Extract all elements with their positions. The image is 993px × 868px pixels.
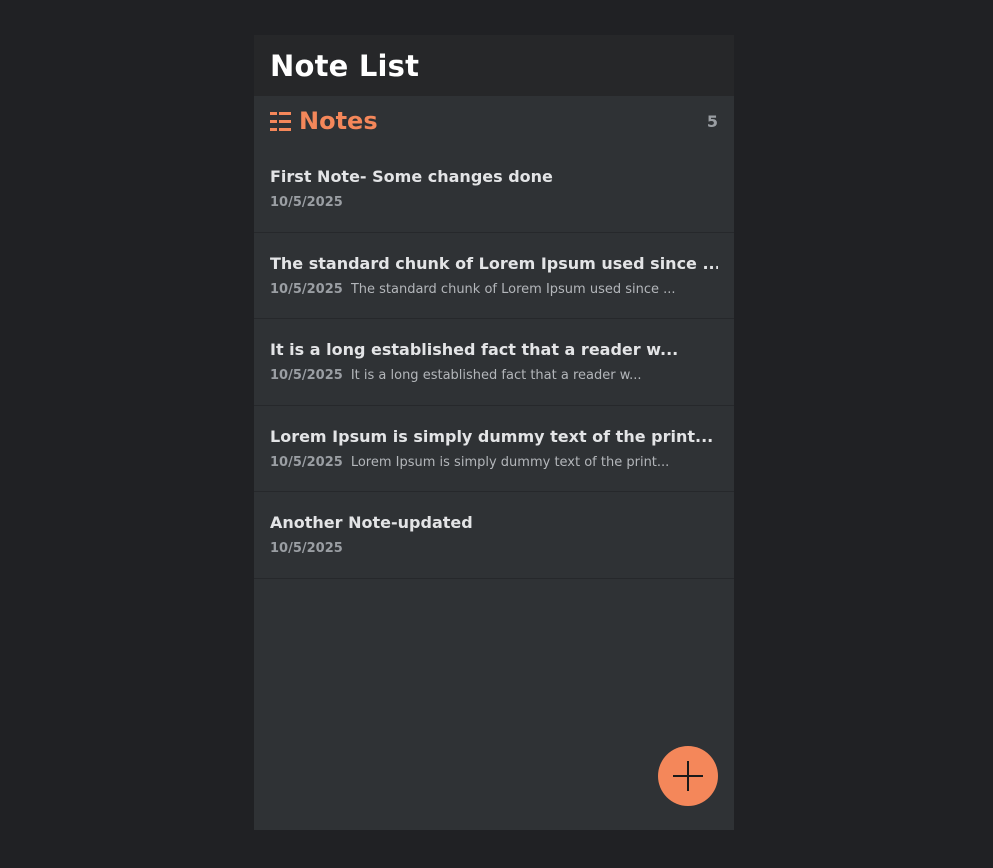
note-item[interactable]: First Note- Some changes done 10/5/2025 — [254, 146, 734, 233]
note-meta: 10/5/2025 The standard chunk of Lorem Ip… — [270, 282, 718, 297]
note-date: 10/5/2025 — [270, 368, 343, 384]
note-preview: Lorem Ipsum is simply dummy text of the … — [350, 454, 670, 470]
note-date: 10/5/2025 — [270, 195, 343, 211]
note-meta: 10/5/2025 It is a long established fact … — [270, 368, 718, 383]
app-header: Note List — [254, 35, 734, 96]
add-note-button[interactable] — [658, 746, 718, 806]
note-preview: It is a long established fact that a rea… — [350, 368, 642, 384]
note-preview: The standard chunk of Lorem Ipsum used s… — [350, 281, 676, 297]
note-title: It is a long established fact that a rea… — [270, 340, 679, 360]
plus-icon — [673, 761, 703, 791]
list-icon — [270, 111, 291, 131]
note-item[interactable]: Lorem Ipsum is simply dummy text of the … — [254, 406, 734, 492]
note-meta: 10/5/2025 Lorem Ipsum is simply dummy te… — [270, 455, 718, 470]
note-list: First Note- Some changes done 10/5/2025 … — [254, 146, 734, 579]
note-date: 10/5/2025 — [270, 454, 343, 470]
note-title: The standard chunk of Lorem Ipsum used s… — [270, 253, 718, 273]
note-item[interactable]: It is a long established fact that a rea… — [254, 319, 734, 406]
note-date: 10/5/2025 — [270, 541, 343, 557]
notes-heading: Notes — [270, 107, 378, 135]
note-title: Lorem Ipsum is simply dummy text of the … — [270, 426, 714, 446]
note-item[interactable]: Another Note-updated 10/5/2025 — [254, 492, 734, 579]
notes-count-badge: 5 — [706, 111, 718, 131]
note-meta: 10/5/2025 — [270, 541, 718, 556]
note-title: Another Note-updated — [270, 513, 473, 533]
notes-section-header: Notes 5 — [254, 96, 734, 146]
note-list-app: Note List Notes 5 First Note- Some chang… — [254, 35, 734, 830]
note-meta: 10/5/2025 — [270, 195, 718, 210]
page-title: Note List — [270, 48, 420, 83]
notes-label: Notes — [299, 107, 378, 135]
note-date: 10/5/2025 — [270, 281, 343, 297]
note-item[interactable]: The standard chunk of Lorem Ipsum used s… — [254, 233, 734, 319]
note-title: First Note- Some changes done — [270, 167, 553, 187]
